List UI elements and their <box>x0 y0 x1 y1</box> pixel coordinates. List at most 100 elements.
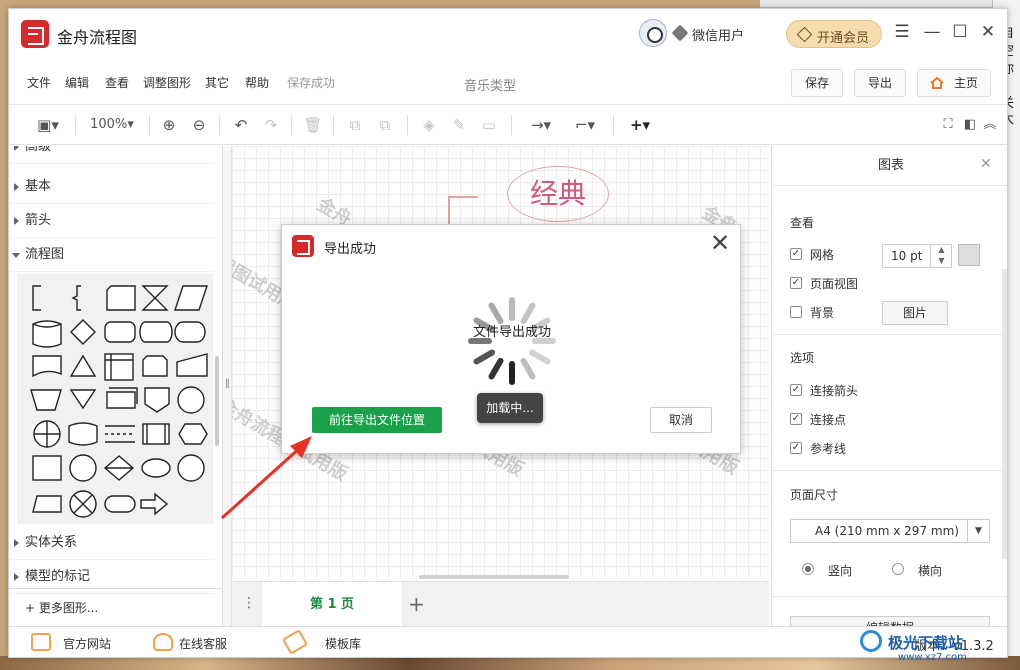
connect-arrows-checkbox[interactable]: ✓ <box>790 384 802 396</box>
website-link[interactable]: 官方网站 <box>63 635 111 652</box>
to-front-icon[interactable]: ⧉ <box>345 114 365 136</box>
category-advanced[interactable]: 高级 <box>9 146 215 164</box>
toolbar: ▣▾ 100%▾ ⊕ ⊖ ↶ ↷ 🗑 ⧉ ⧉ ◈ ✎ ▭ →▾ ⌐▾ +▾ ⛶ … <box>9 105 1007 145</box>
redo-icon[interactable]: ↷ <box>261 114 281 136</box>
category-flowchart[interactable]: 流程图 <box>9 238 215 272</box>
menu-help[interactable]: 帮助 <box>245 74 269 91</box>
close-icon[interactable]: ✕ <box>977 21 999 43</box>
open-export-location-button[interactable]: 前往导出文件位置 <box>312 407 442 433</box>
view-section-title: 查看 <box>790 216 815 230</box>
portrait-radio[interactable] <box>802 563 814 575</box>
background-checkbox[interactable] <box>790 306 802 318</box>
export-button[interactable]: 导出 <box>854 69 906 97</box>
category-entity-relation[interactable]: 实体关系 <box>9 526 215 560</box>
app-logo-icon <box>21 20 49 48</box>
download-site-watermark: 极光下载站 www.xz7.com <box>860 630 1000 666</box>
vip-label: 开通会员 <box>817 31 870 46</box>
guides-label: 参考线 <box>810 442 847 456</box>
page-tab-1[interactable]: 第 1 页 <box>262 582 402 627</box>
user-name[interactable]: 微信用户 <box>692 25 744 44</box>
fill-color-icon[interactable]: ◈ <box>419 114 439 136</box>
panel-divider <box>772 596 1007 597</box>
flowchart-shape-grid[interactable] <box>17 274 213 524</box>
portrait-label: 竖向 <box>828 564 853 578</box>
page-view-checkbox[interactable]: ✓ <box>790 277 802 289</box>
landscape-label: 横向 <box>918 564 943 578</box>
right-scrollbar[interactable] <box>1002 269 1007 559</box>
panel-layout-icon[interactable]: ▣▾ <box>31 114 65 136</box>
panel-divider <box>772 334 1007 335</box>
connect-points-label: 连接点 <box>810 413 847 427</box>
panel-divider <box>772 470 1007 471</box>
dialog-message: 文件导出成功 <box>472 325 551 340</box>
shadow-icon[interactable]: ▭ <box>479 114 499 136</box>
close-panel-icon[interactable]: ✕ <box>980 156 992 172</box>
user-avatar[interactable] <box>639 19 667 47</box>
dialog-close-icon[interactable]: ✕ <box>710 229 730 257</box>
format-panel-title: 图表 <box>772 146 1007 186</box>
zoom-out-icon[interactable]: ⊖ <box>189 114 209 136</box>
background-label: 背景 <box>810 306 835 320</box>
paper-size-value: A4 (210 mm x 297 mm) <box>815 524 959 538</box>
shape-library-panel: 高级 基本 箭头 流程图 实体关系 模型的标记 + 更多图形... <box>9 146 223 626</box>
panel-splitter[interactable]: ‖ <box>223 146 232 626</box>
support-link[interactable]: 在线客服 <box>179 635 227 652</box>
desktop-window-strip <box>760 0 1020 8</box>
fullscreen-icon[interactable]: ⛶ <box>939 114 957 136</box>
background-image-button[interactable]: 图片 <box>882 301 948 325</box>
website-icon <box>31 633 51 651</box>
menu-icon[interactable]: ☰ <box>891 21 913 43</box>
guides-checkbox[interactable]: ✓ <box>790 442 802 454</box>
menu-adjust-shape[interactable]: 调整图形 <box>143 74 191 91</box>
menu-file[interactable]: 文件 <box>27 74 51 91</box>
line-color-icon[interactable]: ✎ <box>449 114 469 136</box>
more-shapes-button[interactable]: + 更多图形... <box>9 588 222 626</box>
grid-size-stepper[interactable]: ▲ ▼ <box>930 244 952 268</box>
connector-arrow-icon[interactable]: →▾ <box>523 114 559 136</box>
format-panel-icon[interactable]: ◧ <box>961 114 979 136</box>
waypoint-icon[interactable]: ⌐▾ <box>567 114 603 136</box>
cancel-button[interactable]: 取消 <box>650 407 712 433</box>
template-link[interactable]: 模板库 <box>325 635 361 652</box>
zoom-dropdown[interactable]: 100%▾ <box>85 114 139 136</box>
options-section-title: 选项 <box>790 351 815 365</box>
save-button[interactable]: 保存 <box>791 69 843 97</box>
to-back-icon[interactable]: ⧉ <box>375 114 395 136</box>
chevron-down-icon: ▼ <box>967 520 989 542</box>
add-page-icon[interactable]: + <box>408 592 425 616</box>
insert-plus-icon[interactable]: +▾ <box>623 114 657 136</box>
category-arrows[interactable]: 箭头 <box>9 204 215 238</box>
category-basic[interactable]: 基本 <box>9 170 215 204</box>
user-badge-icon <box>671 24 689 42</box>
app-title: 金舟流程图 <box>57 28 138 47</box>
maximize-icon[interactable]: ☐ <box>949 21 971 43</box>
ellipse-shape[interactable]: 经典 <box>507 166 609 222</box>
paper-size-select[interactable]: A4 (210 mm x 297 mm) ▼ <box>790 519 990 543</box>
edit-data-button[interactable]: 编辑数据 <box>790 616 990 626</box>
delete-icon[interactable]: 🗑 <box>303 114 323 136</box>
document-title[interactable]: 音乐类型 <box>464 75 516 94</box>
menu-edit[interactable]: 编辑 <box>65 74 89 91</box>
undo-icon[interactable]: ↶ <box>231 114 251 136</box>
diamond-icon <box>796 26 813 43</box>
loading-spinner <box>468 297 556 385</box>
toolbar-separator <box>75 115 76 135</box>
menu-view[interactable]: 查看 <box>105 74 129 91</box>
connect-arrows-label: 连接箭头 <box>810 384 859 398</box>
canvas-hscrollbar[interactable] <box>419 575 569 579</box>
collapse-icon[interactable]: ︽ <box>981 114 999 136</box>
connect-points-checkbox[interactable]: ✓ <box>790 413 802 425</box>
page-menu-icon[interactable]: ⋮ <box>242 595 256 611</box>
vip-button[interactable]: 开通会员 <box>786 20 882 48</box>
grid-color-swatch[interactable] <box>958 244 980 266</box>
status-bar: 官方网站 在线客服 模板库 版本：v1.3.2 <box>9 626 1007 657</box>
home-icon <box>930 77 944 89</box>
minimize-icon[interactable]: — <box>921 21 943 43</box>
landscape-radio[interactable] <box>892 563 904 575</box>
zoom-in-icon[interactable]: ⊕ <box>159 114 179 136</box>
home-button[interactable]: 主页 <box>917 69 991 97</box>
left-scrollbar[interactable] <box>215 356 219 446</box>
menu-other[interactable]: 其它 <box>205 74 229 91</box>
toolbar-separator <box>149 115 150 135</box>
grid-checkbox[interactable]: ✓ <box>790 248 802 260</box>
